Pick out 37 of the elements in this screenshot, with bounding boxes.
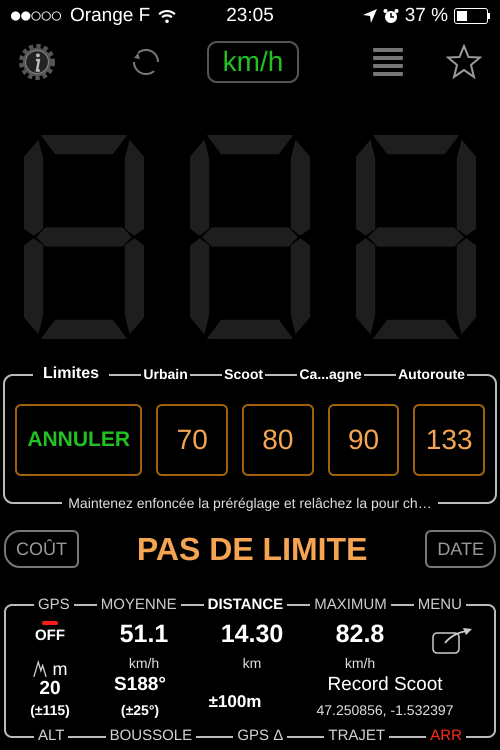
carrier-name: Orange F	[70, 4, 150, 28]
gps-state: OFF	[35, 626, 65, 646]
previous-button[interactable]: COÛT	[4, 530, 79, 568]
battery-percent: 37 %	[404, 4, 448, 28]
share-icon[interactable]	[431, 626, 473, 654]
favorite-star-icon[interactable]	[446, 44, 482, 80]
limit-status: PAS DE LIMITE	[136, 530, 368, 569]
preset-button[interactable]: 80	[242, 404, 314, 476]
preset-button[interactable]: 133	[413, 404, 485, 476]
stat-value: 51.1	[120, 618, 168, 648]
battery-icon	[454, 8, 490, 24]
altitude-unit: m	[52, 660, 68, 678]
clock-time: 23:05	[226, 4, 274, 28]
stat-value: 14.30	[220, 618, 284, 648]
compass-accuracy: (±25°)	[120, 700, 160, 720]
altitude-accuracy: (±115)	[30, 700, 70, 720]
menu-icon[interactable]	[372, 47, 403, 77]
cancel-button[interactable]: ANNULER	[15, 404, 142, 476]
mountain-icon	[32, 660, 46, 678]
stat-unit: km/h	[128, 654, 160, 672]
signal-icon	[10, 10, 62, 22]
wifi-icon	[158, 9, 176, 23]
trip-name: Record Scoot	[327, 673, 443, 697]
stat-value: 82.8	[336, 618, 384, 648]
compass-heading: S188°	[114, 673, 166, 697]
preset-button[interactable]: 90	[328, 404, 400, 476]
gps-accuracy: ±100m	[208, 691, 262, 713]
preset-button[interactable]: 70	[156, 404, 228, 476]
stat-unit: km/h	[344, 654, 376, 672]
unit-button[interactable]: km/h	[206, 41, 300, 83]
stat-unit: km	[242, 654, 262, 672]
altitude-value: 20	[39, 678, 61, 700]
next-button[interactable]: DATE	[425, 530, 496, 568]
trip-coordinates: 47.250856, -1.532397	[316, 700, 454, 720]
alarm-clock-icon	[382, 8, 399, 24]
info-settings-icon[interactable]	[18, 43, 56, 81]
location-arrow-icon	[362, 9, 377, 23]
